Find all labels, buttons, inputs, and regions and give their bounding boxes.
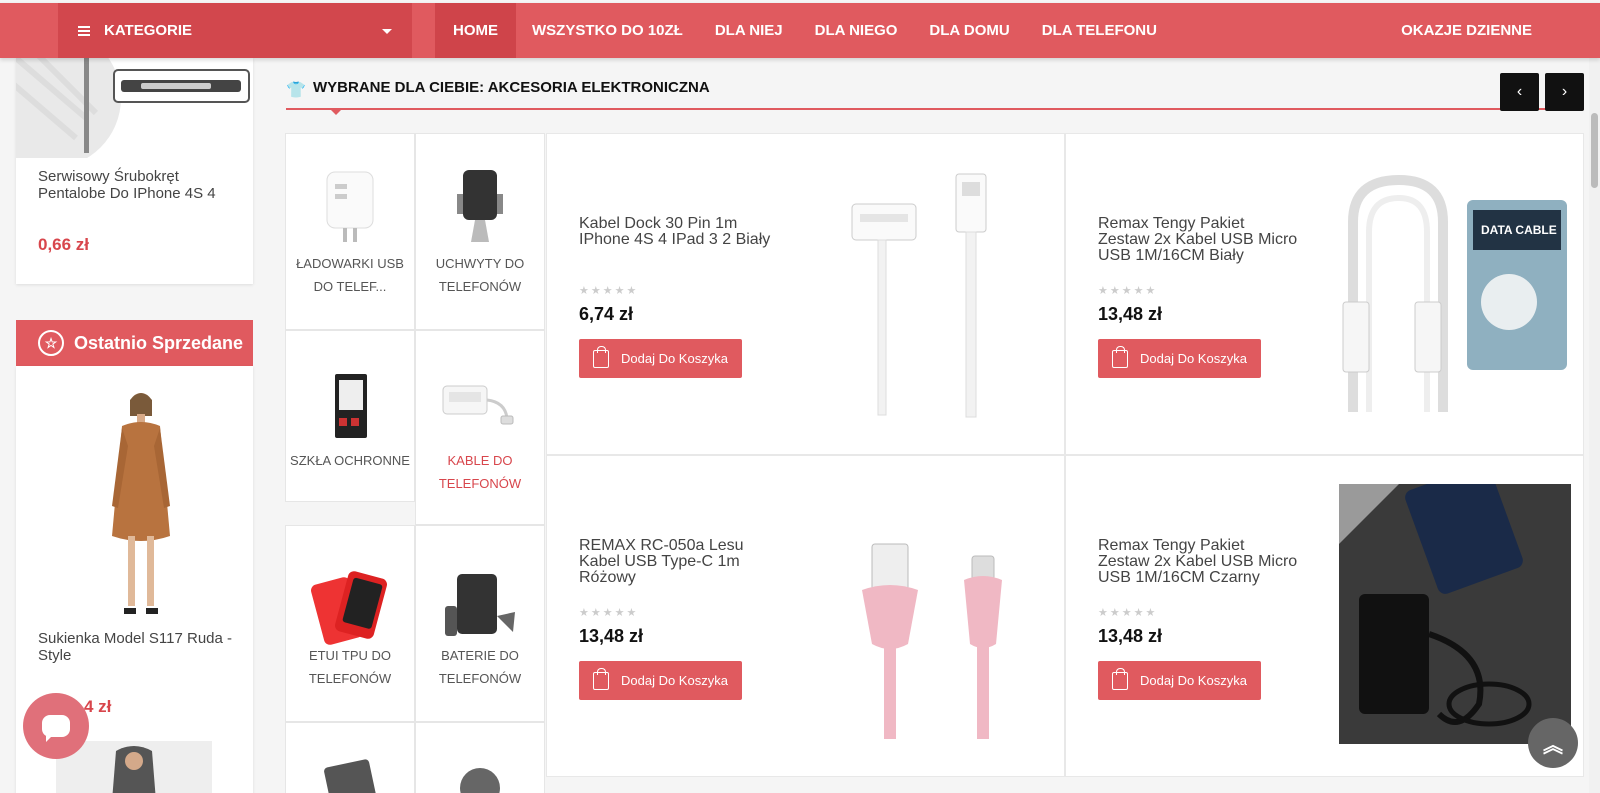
nav-for-phone[interactable]: DLA TELEFONU xyxy=(1026,3,1173,58)
shopping-bag-icon xyxy=(593,345,609,368)
categories-dropdown[interactable]: KATEGORIE xyxy=(58,3,412,58)
nav-under-10[interactable]: WSZYSTKO DO 10ZŁ xyxy=(516,3,699,58)
page: { "nav": { "category_label": "KATEGORIE"… xyxy=(0,0,1600,793)
sidebar-product-title[interactable]: Serwisowy Śrubokręt Pentalobe Do IPhone … xyxy=(38,168,238,202)
nav-for-home[interactable]: DLA DOMU xyxy=(913,3,1025,58)
nav-home[interactable]: HOME xyxy=(435,3,516,58)
double-chevron-up-icon: ︽ xyxy=(1543,734,1563,757)
add-to-cart-button[interactable]: Dodaj Do Koszyka xyxy=(579,661,742,700)
product-image[interactable] xyxy=(16,58,253,158)
category-image xyxy=(324,759,376,793)
scrollbar[interactable] xyxy=(1589,58,1600,793)
battery-image xyxy=(445,574,515,636)
add-to-cart-label: Dodaj Do Koszyka xyxy=(1140,351,1247,366)
sidebar-sold-product-title[interactable]: Sukienka Model S117 Ruda - Style xyxy=(38,630,238,664)
add-to-cart-button[interactable]: Dodaj Do Koszyka xyxy=(1098,661,1261,700)
recently-sold-header: ☆ Ostatnio Sprzedane xyxy=(16,320,253,366)
category-tile-phone-cables[interactable]: KABLE DO TELEFONÓW xyxy=(415,330,545,525)
nav-for-him[interactable]: DLA NIEGO xyxy=(799,3,914,58)
nav-daily-deals[interactable]: OKAZJE DZIENNE xyxy=(1401,3,1532,58)
category-image xyxy=(460,768,500,793)
category-tile-more-1[interactable] xyxy=(285,722,415,793)
nav-for-her[interactable]: DLA NIEJ xyxy=(699,3,799,58)
sidebar-product-card[interactable]: Serwisowy Śrubokręt Pentalobe Do IPhone … xyxy=(16,58,253,284)
category-label: KABLE DO TELEFONÓW xyxy=(438,453,522,491)
charger-image xyxy=(326,171,374,242)
product-title[interactable]: Remax Tengy Pakiet Zestaw 2x Kabel USB M… xyxy=(1098,538,1298,586)
product-card[interactable]: Remax Tengy Pakiet Zestaw 2x Kabel USB M… xyxy=(1065,455,1584,777)
product-card[interactable]: Kabel Dock 30 Pin 1m IPhone 4S 4 IPad 3 … xyxy=(546,133,1065,455)
product-grid: ŁADOWARKI USB DO TELEF... UCHWYTY DO TEL… xyxy=(285,133,1585,793)
product-price: 13,48 zł xyxy=(579,626,644,646)
product-card[interactable]: REMAX RC-050a Lesu Kabel USB Type-C 1m R… xyxy=(546,455,1065,777)
product-title[interactable]: Remax Tengy Pakiet Zestaw 2x Kabel USB M… xyxy=(1098,216,1298,264)
scrollbar-thumb[interactable] xyxy=(1591,113,1598,188)
case-image xyxy=(311,571,387,645)
shopping-bag-icon xyxy=(1112,667,1128,690)
category-label: ETUI TPU DO TELEFONÓW xyxy=(308,648,392,686)
product-image[interactable] xyxy=(86,386,196,626)
scroll-to-top-button[interactable]: ︽ xyxy=(1528,718,1578,768)
category-tile-usb-chargers[interactable]: ŁADOWARKI USB DO TELEF... xyxy=(285,133,415,330)
product-price: 6,74 zł xyxy=(579,304,634,324)
shopping-bag-icon xyxy=(1112,345,1128,368)
section-header: 👕 WYBRANE DLA CIEBIE: AKCESORIA ELEKTRON… xyxy=(286,70,1584,115)
category-label: ŁADOWARKI USB DO TELEF... xyxy=(296,256,404,294)
tshirt-icon: 👕 xyxy=(286,82,306,99)
cable-image xyxy=(442,385,514,425)
chevron-down-icon xyxy=(382,29,392,34)
chevron-left-icon: ‹ xyxy=(1516,83,1523,100)
product-title[interactable]: Kabel Dock 30 Pin 1m IPhone 4S 4 IPad 3 … xyxy=(579,216,779,248)
add-to-cart-label: Dodaj Do Koszyka xyxy=(1140,673,1247,688)
carousel-prev-button[interactable]: ‹ xyxy=(1500,73,1539,111)
rating-stars: ★★★★★ xyxy=(579,607,639,619)
chat-bubble-icon xyxy=(42,715,70,742)
category-tile-phone-batteries[interactable]: BATERIE DO TELEFONÓW xyxy=(415,525,545,722)
svg-text:DATA CABLE: DATA CABLE xyxy=(1481,223,1557,237)
star-icon: ☆ xyxy=(38,330,64,356)
category-tile-more-2[interactable] xyxy=(415,722,545,793)
product-image[interactable]: DATA CABLE xyxy=(1339,162,1571,422)
section-header-notch xyxy=(330,109,342,115)
sidebar-product-price: 0,66 zł xyxy=(38,235,90,254)
recently-sold-title: Ostatnio Sprzedane xyxy=(74,332,244,353)
section-title: WYBRANE DLA CIEBIE: AKCESORIA ELEKTRONIC… xyxy=(313,79,710,96)
sidebar-sold-product-price: 4 zł xyxy=(84,697,112,716)
holder-image xyxy=(457,170,503,242)
product-card[interactable]: Remax Tengy Pakiet Zestaw 2x Kabel USB M… xyxy=(1065,133,1584,455)
product-price: 13,48 zł xyxy=(1098,626,1163,646)
categories-label: KATEGORIE xyxy=(104,22,193,39)
glass-image xyxy=(335,374,367,438)
add-to-cart-label: Dodaj Do Koszyka xyxy=(621,673,728,688)
add-to-cart-button[interactable]: Dodaj Do Koszyka xyxy=(1098,339,1261,378)
add-to-cart-label: Dodaj Do Koszyka xyxy=(621,351,728,366)
product-image[interactable] xyxy=(820,484,1052,744)
shopping-bag-icon xyxy=(593,667,609,690)
category-tile-screen-protectors[interactable]: SZKŁA OCHRONNE xyxy=(285,330,415,502)
main-menu: HOME WSZYSTKO DO 10ZŁ DLA NIEJ DLA NIEGO… xyxy=(435,3,1173,58)
add-to-cart-button[interactable]: Dodaj Do Koszyka xyxy=(579,339,742,378)
category-label: SZKŁA OCHRONNE xyxy=(290,453,410,468)
product-title[interactable]: REMAX RC-050a Lesu Kabel USB Type-C 1m R… xyxy=(579,538,779,586)
sidebar: Serwisowy Śrubokręt Pentalobe Do IPhone … xyxy=(16,58,253,793)
rating-stars: ★★★★★ xyxy=(579,285,639,297)
hamburger-icon xyxy=(78,25,90,36)
chevron-right-icon: › xyxy=(1561,83,1568,100)
product-price: 13,48 zł xyxy=(1098,304,1163,324)
category-tile-phone-holders[interactable]: UCHWYTY DO TELEFONÓW xyxy=(415,133,545,330)
chat-button[interactable] xyxy=(23,693,89,759)
category-label: UCHWYTY DO TELEFONÓW xyxy=(435,256,525,294)
category-tile-tpu-cases[interactable]: ETUI TPU DO TELEFONÓW xyxy=(285,525,415,722)
product-image[interactable] xyxy=(820,162,1052,422)
product-image[interactable] xyxy=(1339,484,1571,744)
top-navigation: KATEGORIE HOME WSZYSTKO DO 10ZŁ DLA NIEJ… xyxy=(0,3,1600,58)
category-label: BATERIE DO TELEFONÓW xyxy=(438,648,522,686)
rating-stars: ★★★★★ xyxy=(1098,607,1158,619)
rating-stars: ★★★★★ xyxy=(1098,285,1158,297)
carousel-next-button[interactable]: › xyxy=(1545,73,1584,111)
